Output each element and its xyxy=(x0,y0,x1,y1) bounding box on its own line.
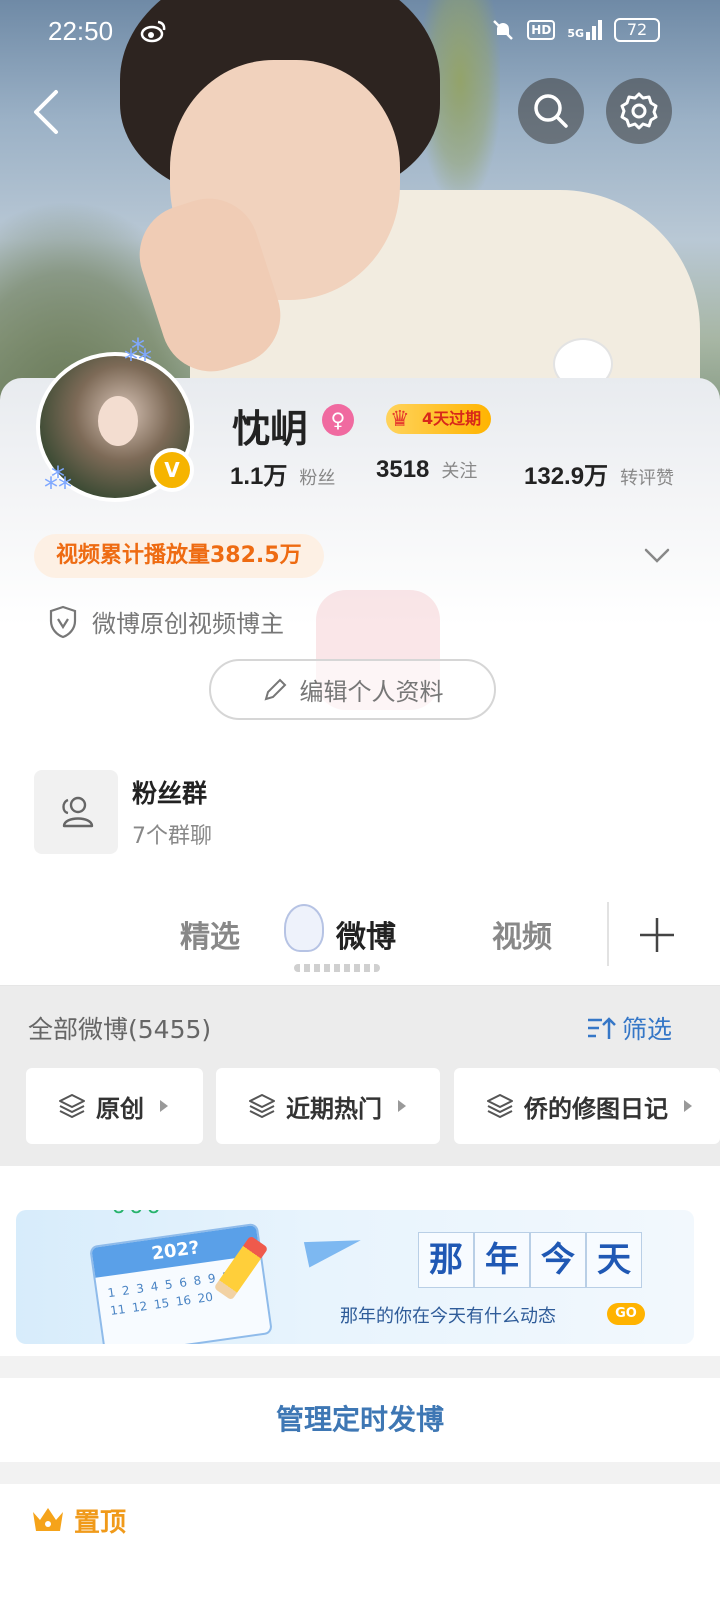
chip-original[interactable]: 原创 xyxy=(26,1068,203,1144)
network-type: 5G xyxy=(567,27,584,40)
stat-following[interactable]: 3518 关注 xyxy=(376,456,477,492)
layers-icon xyxy=(249,1094,275,1118)
stat-label: 关注 xyxy=(441,461,478,482)
mute-bell-icon xyxy=(493,20,514,40)
fan-group-title: 粉丝群 xyxy=(132,779,208,808)
stat-label: 转评赞 xyxy=(620,468,675,489)
title-char: 天 xyxy=(586,1232,642,1288)
feed-header: 全部微博(5455) 筛选 原创 近期热门 侨的修图日记 xyxy=(0,986,720,1166)
chip-arrow xyxy=(684,1100,692,1112)
bow-sticker-icon: ⁂ xyxy=(44,462,72,495)
battery-indicator: 72 xyxy=(614,18,660,42)
memory-banner-section: 202? 1 2 3 4 5 6 8 9 10 11 12 15 16 20 o… xyxy=(0,1166,720,1356)
stat-value: 3518 xyxy=(376,456,430,483)
stat-value: 1.1万 xyxy=(230,463,288,490)
gear-icon xyxy=(620,92,658,130)
hd-badge: HD xyxy=(527,20,556,40)
title-char: 年 xyxy=(474,1232,530,1288)
vip-badge[interactable]: ♛ 4天过期 xyxy=(386,404,492,434)
calendar-rings: ooo xyxy=(112,1210,164,1219)
back-arrow-icon[interactable] xyxy=(24,84,72,140)
profile-tabs: 精选 微博 视频 xyxy=(0,890,720,986)
shield-icon xyxy=(49,605,77,638)
chip-arrow xyxy=(398,1100,406,1112)
stat-value: 132.9万 xyxy=(524,463,609,490)
search-icon xyxy=(534,94,568,128)
go-button[interactable]: GO xyxy=(607,1303,645,1325)
edit-profile-label: 编辑个人资料 xyxy=(299,678,444,706)
pencil-icon xyxy=(264,678,286,700)
certification-row[interactable]: 微博原创视频博主 xyxy=(48,604,284,639)
crown-icon: ♛ xyxy=(390,407,410,432)
search-button[interactable] xyxy=(518,78,584,144)
chip-arrow xyxy=(160,1100,168,1112)
title-char: 今 xyxy=(530,1232,586,1288)
active-tab-indicator xyxy=(294,964,380,972)
plus-icon[interactable] xyxy=(636,914,678,956)
group-users-icon xyxy=(62,796,94,828)
edit-profile-button[interactable]: 编辑个人资料 xyxy=(209,659,496,720)
status-bar: 22:50 HD 5G 72 xyxy=(0,0,720,64)
settings-button[interactable] xyxy=(606,78,672,144)
vip-badge-label: 4天过期 xyxy=(422,409,482,428)
paper-plane-icon xyxy=(303,1230,365,1268)
on-this-day-banner[interactable]: 202? 1 2 3 4 5 6 8 9 10 11 12 15 16 20 o… xyxy=(16,1210,694,1344)
weibo-notification-icon xyxy=(140,20,166,43)
tab-weibo[interactable]: 微博 xyxy=(336,912,396,956)
tab-divider xyxy=(607,902,609,966)
status-time: 22:50 xyxy=(48,16,114,46)
crown-icon xyxy=(33,1508,63,1531)
chip-label: 侨的修图日记 xyxy=(524,1094,668,1123)
rabbit-mascot-icon xyxy=(284,904,324,952)
filter-icon xyxy=(588,1017,616,1039)
bow-sticker-icon: ⁂ xyxy=(124,334,152,367)
pinned-section: 置顶 xyxy=(0,1484,720,1600)
certification-text: 微博原创视频博主 xyxy=(92,610,284,638)
fan-group-icon-box xyxy=(34,770,118,854)
tab-featured[interactable]: 精选 xyxy=(180,912,240,956)
tab-video[interactable]: 视频 xyxy=(492,912,552,956)
chevron-down-icon[interactable] xyxy=(642,544,672,568)
status-icons: HD 5G 72 xyxy=(491,18,660,42)
layers-icon xyxy=(59,1094,85,1118)
signal-5g: 5G xyxy=(567,20,602,40)
on-this-day-subtitle: 那年的你在今天有什么动态 xyxy=(340,1306,556,1327)
chip-retouch-diary[interactable]: 侨的修图日记 xyxy=(454,1068,720,1144)
pinned-label: 置顶 xyxy=(74,1508,127,1538)
avatar-face xyxy=(98,396,138,446)
profile-name: 忱岄 xyxy=(232,407,309,451)
stat-label: 粉丝 xyxy=(299,468,336,489)
chip-label: 近期热门 xyxy=(286,1094,382,1123)
gender-female-icon: ♀ xyxy=(322,404,354,436)
filter-label: 筛选 xyxy=(622,1015,673,1044)
verified-v-badge: V xyxy=(150,448,194,492)
chip-label: 原创 xyxy=(96,1094,144,1123)
title-char: 那 xyxy=(418,1232,474,1288)
stat-reposts-likes[interactable]: 132.9万 转评赞 xyxy=(524,456,674,492)
video-play-count-pill[interactable]: 视频累计播放量382.5万 xyxy=(34,534,324,578)
stat-fans[interactable]: 1.1万 粉丝 xyxy=(230,456,335,492)
on-this-day-title: 那 年 今 天 xyxy=(418,1232,642,1288)
fan-group-entry[interactable]: 粉丝群 7个群聊 xyxy=(34,770,684,854)
fan-group-subtitle: 7个群聊 xyxy=(132,824,212,849)
layers-icon xyxy=(487,1094,513,1118)
all-posts-count[interactable]: 全部微博(5455) xyxy=(28,1010,211,1046)
filter-button[interactable]: 筛选 xyxy=(586,1010,672,1046)
chip-recent-hot[interactable]: 近期热门 xyxy=(216,1068,440,1144)
manage-scheduled-posts-button[interactable]: 管理定时发博 xyxy=(0,1378,720,1462)
